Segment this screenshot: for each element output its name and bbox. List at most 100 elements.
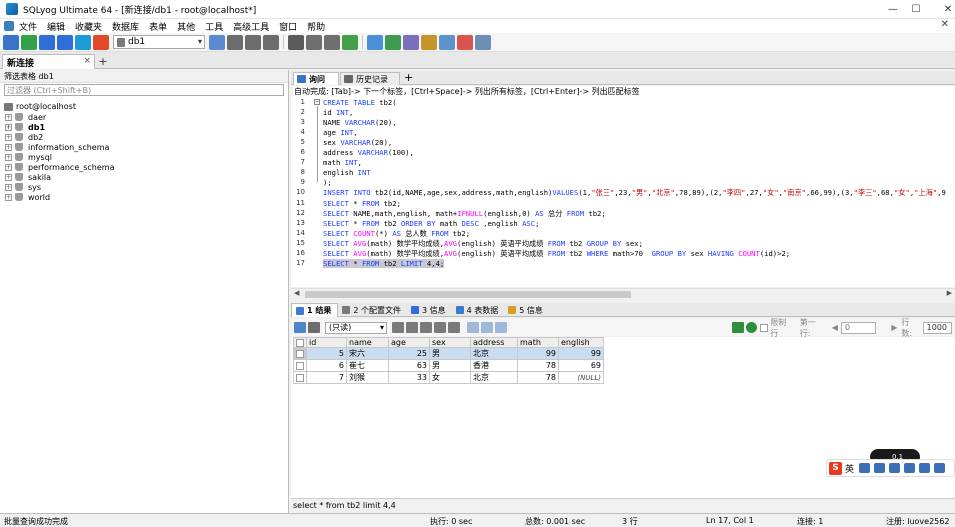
rows-input[interactable]: 1000 [922, 321, 953, 334]
stop-icon[interactable] [245, 34, 261, 50]
expand-icon[interactable]: + [5, 133, 12, 141]
tab-history[interactable]: 历史记录 [340, 72, 400, 85]
code-line[interactable]: SELECT * FROM tb2 ORDER BY math DESC ,en… [323, 219, 539, 228]
sql-editor-icon[interactable] [288, 34, 304, 50]
column-header[interactable]: sex [429, 337, 471, 348]
grid-cell-sex[interactable]: 男 [429, 347, 471, 360]
back-icon[interactable] [39, 34, 55, 50]
code-line[interactable]: address VARCHAR(100), [323, 148, 414, 157]
editor-horizontal-scrollbar[interactable]: ◀ ▶ [291, 288, 955, 299]
tree-node-database[interactable]: + sakila [5, 172, 115, 182]
tree-node-database[interactable]: + db1 [5, 122, 115, 132]
table-row[interactable]: 6 崔七 63 男香港 78 69 [293, 359, 604, 372]
format-icon[interactable] [342, 34, 358, 50]
schema-designer-icon[interactable] [306, 34, 322, 50]
favorite-icon[interactable] [93, 34, 109, 50]
limit-rows-checkbox[interactable] [760, 323, 769, 332]
grid-cell-math[interactable]: 78 [517, 371, 559, 384]
column-header[interactable]: address [470, 337, 518, 348]
menu-item-0[interactable]: 文件 [14, 20, 42, 33]
filter-input[interactable]: 过滤器 (Ctrl+Shift+B) [4, 84, 284, 96]
code-line[interactable]: SELECT AVG(math) 数学平均成绩,AVG(english) 英语平… [323, 249, 790, 259]
row-checkbox[interactable] [293, 347, 307, 360]
result-tab-4[interactable]: 4 表数据 [452, 303, 505, 317]
form-mode-icon[interactable] [481, 322, 493, 333]
tree-root-connection[interactable]: root@localhost [4, 101, 115, 112]
tab-query[interactable]: 询问 [293, 72, 339, 85]
code-line[interactable]: SELECT COUNT(*) AS 总人数 FROM tb2; [323, 229, 470, 239]
code-line[interactable]: NAME VARCHAR(20), [323, 118, 397, 127]
notifications-icon[interactable] [475, 34, 491, 50]
save-icon[interactable] [420, 322, 432, 333]
grid-cell-sex[interactable]: 男 [429, 359, 471, 372]
sogou-logo-icon[interactable]: S [829, 461, 842, 475]
expand-icon[interactable]: + [5, 113, 12, 121]
tree-node-database[interactable]: + db2 [5, 132, 115, 142]
column-header[interactable]: math [517, 337, 559, 348]
close-button[interactable]: ✕ [931, 0, 955, 19]
sync-icon[interactable] [403, 34, 419, 50]
new-query-tab-button[interactable]: + [404, 72, 413, 83]
tree-node-database[interactable]: + performance_schema [5, 162, 115, 172]
menu-item-6[interactable]: 工具 [200, 20, 228, 33]
delete-row-icon[interactable] [434, 322, 446, 333]
expand-icon[interactable]: + [5, 163, 12, 171]
result-tab-5[interactable]: 5 信息 [504, 303, 549, 317]
refresh-icon[interactable] [392, 322, 404, 333]
grid-cell-age[interactable]: 63 [388, 359, 430, 372]
grid-cell-math[interactable]: 78 [517, 359, 559, 372]
scroll-right-icon[interactable]: ▶ [947, 289, 952, 297]
fold-toggle-icon[interactable]: − [314, 99, 320, 105]
column-header[interactable]: name [346, 337, 389, 348]
column-header[interactable]: english [558, 337, 604, 348]
punctuation-icon[interactable] [859, 463, 871, 473]
expand-icon[interactable]: + [5, 173, 12, 181]
column-header[interactable]: id [306, 337, 347, 348]
reset-filter-icon[interactable] [745, 322, 758, 333]
skin-icon[interactable] [919, 463, 931, 473]
menu-item-9[interactable]: 帮助 [302, 20, 330, 33]
row-checkbox[interactable] [293, 359, 307, 372]
code-line[interactable]: SELECT NAME,math,english, math+IFNULL(en… [323, 209, 606, 219]
connect-icon[interactable] [21, 34, 37, 50]
result-tab-3[interactable]: 3 信息 [407, 303, 452, 317]
grid-cell-name[interactable]: 宋六 [346, 347, 389, 360]
table-row[interactable]: 5 宋六 25 男北京 99 99 [293, 347, 604, 360]
menu-item-4[interactable]: 表单 [144, 20, 172, 33]
connection-tab[interactable]: 新连接 × [2, 54, 95, 69]
code-line[interactable]: SELECT * FROM tb2 LIMIT 4,4; [323, 258, 445, 268]
keyboard-icon[interactable] [904, 463, 916, 473]
database-selector[interactable]: db1 ▾ [113, 35, 205, 49]
refresh-icon[interactable] [75, 34, 91, 50]
copy-icon[interactable] [406, 322, 418, 333]
explain-icon[interactable] [263, 34, 279, 50]
code-line[interactable]: id INT, [323, 108, 353, 117]
next-page-icon[interactable]: ▶ [891, 323, 897, 332]
scroll-left-icon[interactable]: ◀ [294, 289, 299, 297]
import-icon[interactable] [367, 34, 383, 50]
code-line[interactable]: age INT, [323, 128, 358, 137]
grid-cell-age[interactable]: 33 [388, 371, 430, 384]
expand-icon[interactable]: + [5, 143, 12, 151]
tree-node-database[interactable]: + world [5, 192, 115, 202]
microphone-icon[interactable] [889, 463, 901, 473]
code-line[interactable]: math INT, [323, 158, 362, 167]
grid-cell-address[interactable]: 北京 [470, 371, 518, 384]
code-line[interactable]: SELECT * FROM tb2; [323, 199, 401, 208]
first-row-input[interactable]: 0 [840, 321, 877, 334]
execute-all-icon[interactable] [227, 34, 243, 50]
maximize-button[interactable]: ☐ [899, 0, 933, 19]
text-mode-icon[interactable] [495, 322, 507, 333]
expand-icon[interactable]: + [5, 123, 12, 131]
code-line[interactable]: SELECT AVG(math) 数学平均成绩,AVG(english) 英语平… [323, 239, 643, 249]
expand-icon[interactable]: + [5, 153, 12, 161]
emoji-icon[interactable] [874, 463, 886, 473]
forward-icon[interactable] [57, 34, 73, 50]
tree-node-database[interactable]: + mysql [5, 152, 115, 162]
query-builder-icon[interactable] [324, 34, 340, 50]
sql-editor[interactable]: 1 2 3 4 5 6 7 8 9 10 11 12 13 14 15 16 17 CREATE TABLE t… [291, 97, 955, 287]
tree-node-database[interactable]: + information_schema [5, 142, 115, 152]
grid-mode-icon[interactable] [467, 322, 479, 333]
expand-icon[interactable]: + [5, 193, 12, 201]
backup-icon[interactable] [385, 34, 401, 50]
